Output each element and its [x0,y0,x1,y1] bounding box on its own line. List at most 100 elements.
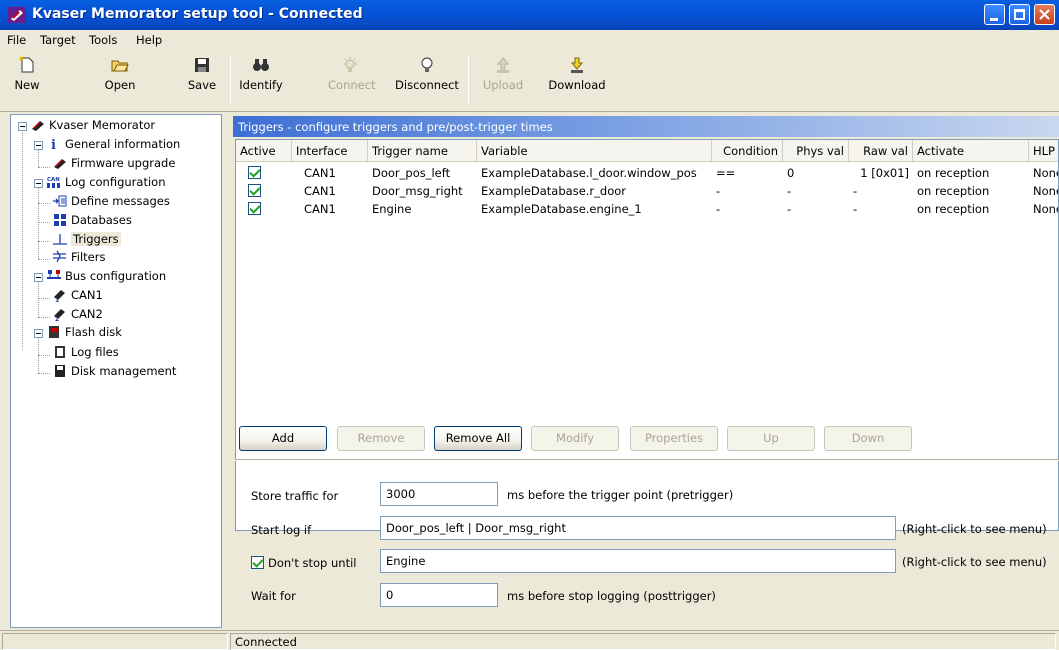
tree-item-databases[interactable]: Databases [53,213,132,231]
column-header[interactable]: Phys val [783,140,849,162]
column-header[interactable]: Variable [477,140,712,162]
modify-button[interactable]: Modify [531,426,619,451]
tree-item-kvaser-memorator[interactable]: Kvaser Memorator [31,118,155,136]
can-channel-1-icon: 1 [54,290,65,302]
column-header[interactable]: HLP [1029,140,1058,162]
cell-raw-val: 1 [0x01] [860,166,909,180]
properties-button[interactable]: Properties [630,426,718,451]
collapse-toggle[interactable] [34,141,43,150]
disconnect-button[interactable]: Disconnect [394,50,460,112]
cell-raw-val: - [853,184,858,198]
column-header[interactable]: Trigger name [368,140,477,162]
start-log-hint: (Right-click to see menu) [902,522,1047,536]
tree-item-log-configuration[interactable]: CAN Log configuration [47,175,165,193]
collapse-toggle[interactable] [34,329,43,338]
menu-target[interactable]: Target [40,33,76,47]
tree-item-general-information[interactable]: i General information [47,137,180,155]
identify-label: Identify [239,78,283,92]
triggers-panel: Triggers - configure triggers and pre/po… [233,114,1059,628]
column-header[interactable]: Raw val [849,140,913,162]
floppy-disk-icon [195,58,209,72]
lightbulb-on-icon [343,57,357,72]
menu-tools[interactable]: Tools [89,33,117,47]
column-header[interactable]: Condition [712,140,783,162]
table-row[interactable]: CAN1 Engine ExampleDatabase.engine_1 - -… [236,200,1058,218]
cell-variable: ExampleDatabase.l_door.window_pos [481,166,697,180]
stop-until-input[interactable]: Engine [380,549,896,573]
tree-item-disk-management[interactable]: Disk management [53,364,176,382]
close-button[interactable] [1034,4,1055,25]
svg-text:2: 2 [55,316,59,321]
cell-interface: CAN1 [304,166,336,180]
remove-button[interactable]: Remove [337,426,425,451]
tree-item-triggers[interactable]: Triggers [53,232,121,250]
tree-item-flash-disk[interactable]: Flash disk [47,325,122,343]
up-button[interactable]: Up [727,426,815,451]
maximize-button[interactable] [1009,4,1030,25]
tree-item-can1[interactable]: 1 CAN1 [53,288,103,306]
cell-condition: - [716,184,721,198]
tree-label: Define messages [71,194,170,208]
column-header[interactable]: Interface [292,140,368,162]
column-header[interactable]: Active [236,140,292,162]
tree-item-filters[interactable]: Filters [53,250,105,268]
cell-variable: ExampleDatabase.engine_1 [481,202,642,216]
remove-all-button[interactable]: Remove All [434,426,522,451]
table-header: Active Interface Trigger name Variable C… [236,140,1058,162]
new-button[interactable]: New [5,50,49,112]
dont-stop-label[interactable]: Don't stop until [268,556,356,570]
start-log-input[interactable]: Door_pos_left | Door_msg_right [380,516,896,540]
menu-file[interactable]: File [7,33,26,47]
cell-interface: CAN1 [304,184,336,198]
active-checkbox[interactable] [248,166,261,179]
pretrigger-input[interactable]: 3000 [380,482,498,506]
new-file-icon [19,56,34,73]
tree-item-bus-configuration[interactable]: Bus configuration [47,269,166,287]
new-label: New [14,78,40,92]
cell-hlp: None [1033,166,1058,180]
identify-button[interactable]: Identify [238,50,284,112]
collapse-toggle[interactable] [34,273,43,282]
tree-item-log-files[interactable]: Log files [53,345,119,363]
posttrigger-input[interactable]: 0 [380,583,498,607]
disconnect-label: Disconnect [395,78,459,92]
tree-line [38,167,50,168]
minimize-button[interactable] [984,4,1005,25]
upload-button[interactable]: Upload [481,50,525,112]
tree-line [38,317,50,318]
cell-interface: CAN1 [304,202,336,216]
table-row[interactable]: CAN1 Door_msg_right ExampleDatabase.r_do… [236,182,1058,200]
menu-help[interactable]: Help [136,33,162,47]
collapse-toggle[interactable] [34,179,43,188]
tree-item-define-messages[interactable]: Define messages [53,194,170,212]
navigation-tree[interactable]: Kvaser Memorator i General information Fi… [10,114,222,628]
column-header[interactable]: Activate [913,140,1029,162]
add-button[interactable]: Add [239,426,327,451]
table-row[interactable]: CAN1 Door_pos_left ExampleDatabase.l_doo… [236,164,1058,182]
tree-line [22,132,23,350]
save-button[interactable]: Save [180,50,224,112]
info-icon: i [51,138,56,151]
tree-item-firmware-upgrade[interactable]: Firmware upgrade [53,156,175,174]
active-checkbox[interactable] [248,202,261,215]
cell-phys-val: - [787,202,792,216]
tree-item-can2[interactable]: 2 CAN2 [53,307,103,325]
cell-condition: - [716,202,721,216]
tree-label: Databases [71,213,132,227]
tree-label: CAN1 [71,288,103,302]
tree-line [38,298,50,299]
active-checkbox[interactable] [248,184,261,197]
panel-header: Triggers - configure triggers and pre/po… [233,116,1059,137]
down-button[interactable]: Down [824,426,912,451]
connect-label: Connect [328,78,376,92]
dont-stop-checkbox[interactable] [251,556,264,569]
open-button[interactable]: Open [98,50,142,112]
wait-for-label: Wait for [251,589,296,603]
download-button[interactable]: Download [544,50,610,112]
title-bar[interactable]: Kvaser Memorator setup tool - Connected [0,0,1059,30]
triggers-table[interactable]: Active Interface Trigger name Variable C… [235,139,1059,531]
connect-button[interactable]: Connect [328,50,376,112]
open-label: Open [104,78,136,92]
collapse-toggle[interactable] [18,122,27,131]
tree-label: Bus configuration [65,269,167,283]
